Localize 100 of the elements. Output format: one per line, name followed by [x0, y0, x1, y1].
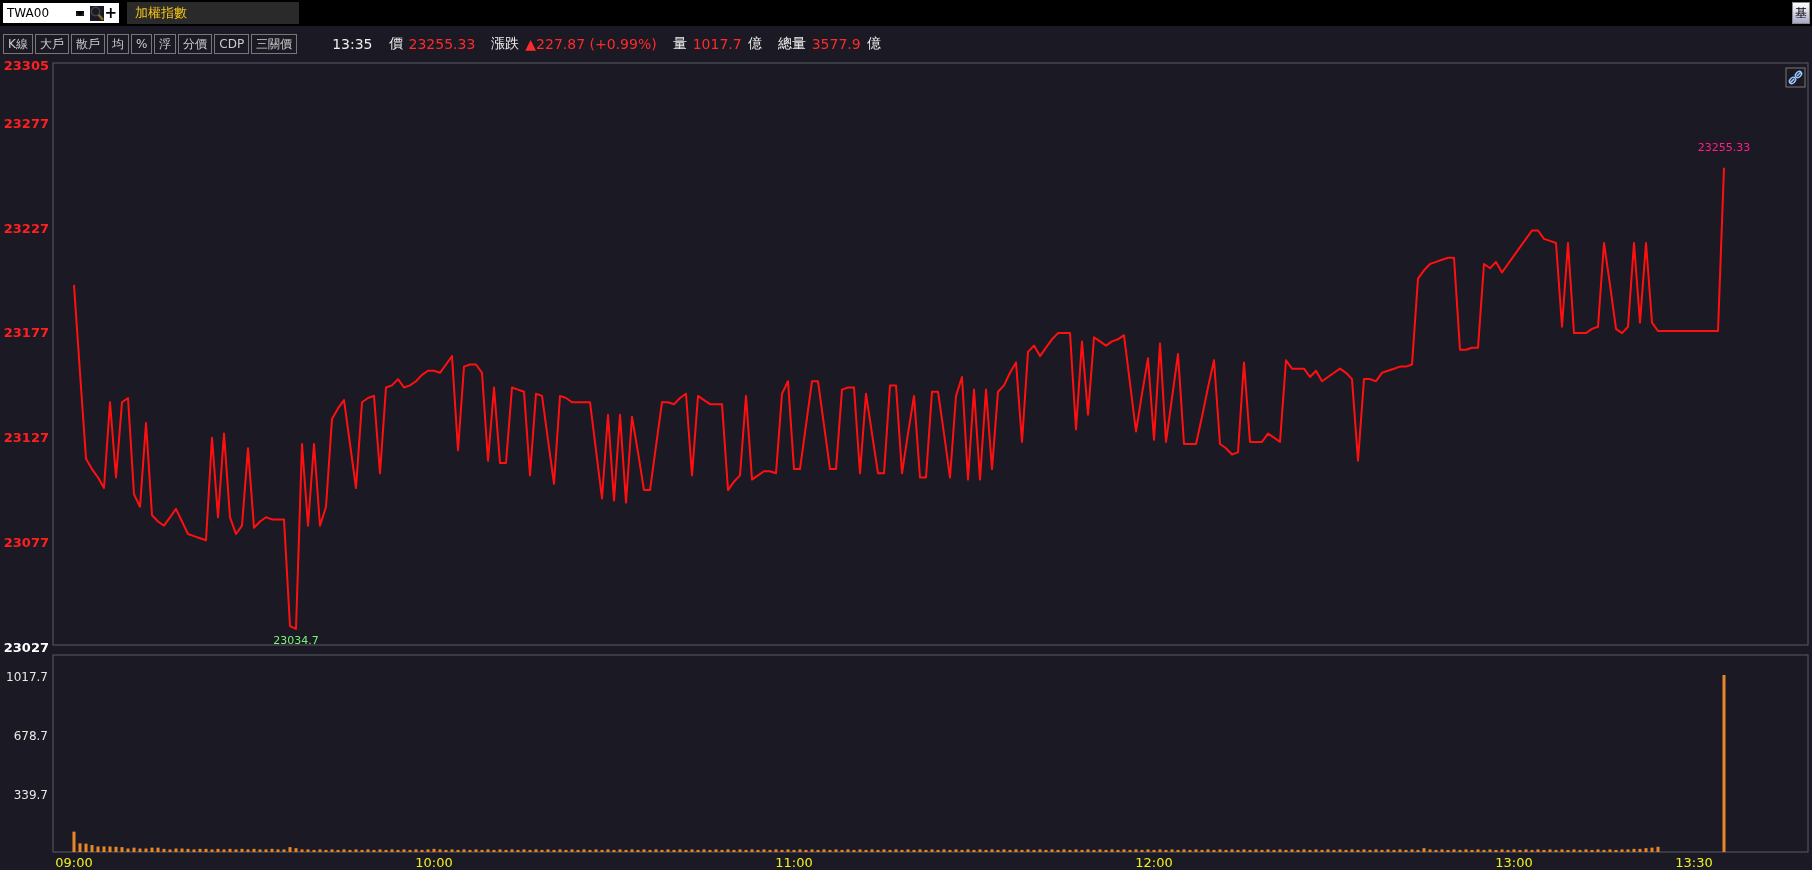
- volume-bar: [864, 849, 868, 852]
- volume-bar: [1434, 849, 1438, 852]
- add-button[interactable]: +: [104, 5, 117, 21]
- volume-label: 量: [672, 35, 687, 53]
- volume-bar: [1164, 849, 1168, 852]
- volume-bar: [1002, 849, 1006, 852]
- volume-bar: [1464, 849, 1468, 852]
- volume-bar: [1428, 849, 1432, 852]
- toolbar-button[interactable]: %: [130, 34, 153, 54]
- volume-bar: [378, 849, 382, 852]
- volume-bar: [654, 849, 658, 852]
- volume-bar: [978, 849, 982, 852]
- volume-bar: [330, 849, 334, 852]
- volume-bar: [1278, 849, 1282, 852]
- volume-bar: [1230, 849, 1234, 852]
- volume-bar: [702, 849, 706, 852]
- volume-bar: [1086, 849, 1090, 852]
- volume-bar: [294, 848, 298, 852]
- volume-bar: [1494, 849, 1498, 852]
- volume-bar: [1194, 849, 1198, 852]
- volume-bar: [90, 845, 94, 852]
- volume-bar: [1062, 849, 1066, 852]
- volume-bar: [720, 849, 724, 852]
- price-axis-label: 23305: [3, 57, 49, 73]
- volume-bar: [1626, 849, 1630, 852]
- volume-bar: [102, 846, 106, 852]
- title-tab[interactable]: 加權指數: [127, 2, 299, 24]
- volume-bar: [1530, 849, 1534, 852]
- volume-bar: [1020, 849, 1024, 852]
- volume-bar: [1350, 849, 1354, 852]
- volume-bar: [282, 849, 286, 852]
- toolbar-button[interactable]: CDP: [214, 34, 250, 54]
- volume-bar: [1158, 849, 1162, 852]
- volume-bar: [444, 849, 448, 852]
- volume-bar: [828, 849, 832, 852]
- volume-bar: [450, 849, 454, 852]
- side-button[interactable]: 基: [1792, 2, 1810, 24]
- link-icon[interactable]: [1785, 67, 1806, 88]
- volume-bar: [858, 849, 862, 852]
- toolbar-button[interactable]: 三關價: [251, 34, 298, 54]
- change-label: 漲跌: [491, 35, 520, 53]
- volume-bar: [1524, 849, 1528, 852]
- toolbar-button[interactable]: 分價: [178, 34, 213, 54]
- volume-bar: [1134, 849, 1138, 852]
- search-icon[interactable]: [90, 5, 105, 21]
- volume-bar: [618, 849, 622, 852]
- volume-bar: [1458, 849, 1462, 852]
- volume-bar: [132, 847, 136, 852]
- volume-bar: [456, 849, 460, 852]
- toolbar-button[interactable]: 散戶: [70, 34, 105, 54]
- time-axis-label: 13:00: [1495, 855, 1533, 870]
- volume-bar: [1014, 849, 1018, 852]
- volume-bar: [792, 849, 796, 852]
- volume-bar: [1296, 849, 1300, 852]
- volume-bar: [1470, 849, 1474, 852]
- volume-bar: [1560, 849, 1564, 852]
- total-volume-label: 總量: [777, 35, 806, 53]
- volume-bar: [486, 849, 490, 852]
- volume-bar: [768, 849, 772, 852]
- toolbar-button[interactable]: 大戶: [34, 34, 69, 54]
- time-axis-label: 12:00: [1135, 855, 1173, 870]
- volume-bar: [480, 849, 484, 852]
- volume-bar: [1554, 849, 1558, 852]
- volume-bar: [492, 849, 496, 852]
- volume-bar: [1380, 849, 1384, 852]
- volume-bar: [1344, 849, 1348, 852]
- volume-bar: [870, 849, 874, 852]
- volume-bar: [762, 849, 766, 852]
- volume-bar: [276, 849, 280, 852]
- volume-bar: [756, 849, 760, 852]
- volume-bar: [1488, 849, 1492, 852]
- volume-bar: [1512, 849, 1516, 852]
- price-axis-label: 23077: [3, 534, 49, 550]
- volume-bar: [126, 848, 130, 852]
- volume-bar: [1548, 849, 1552, 852]
- volume-bar: [186, 848, 190, 852]
- volume-bar: [1110, 849, 1114, 852]
- toolbar-button[interactable]: K線: [3, 34, 33, 54]
- volume-bar: [642, 849, 646, 852]
- volume-bar: [1536, 849, 1540, 852]
- volume-bar: [840, 849, 844, 852]
- volume-bar: [744, 849, 748, 852]
- toolbar-button[interactable]: 浮: [154, 34, 177, 54]
- volume-bar: [1374, 849, 1378, 852]
- volume-bar: [108, 846, 112, 852]
- volume-bar: [354, 849, 358, 852]
- volume-bar: [1578, 849, 1582, 852]
- volume-bar: [312, 849, 316, 852]
- volume-bar: [1308, 849, 1312, 852]
- volume-bar: [930, 849, 934, 852]
- volume-bar: [234, 849, 238, 852]
- volume-bar: [1422, 848, 1426, 852]
- toolbar-button[interactable]: 均: [106, 34, 129, 54]
- volume-bar: [1314, 849, 1318, 852]
- symbol-field[interactable]: TWA00 +: [3, 3, 119, 23]
- volume-bar: [1650, 847, 1654, 852]
- volume-bar: [408, 849, 412, 852]
- time-axis-label: 09:00: [55, 855, 93, 870]
- volume-bar: [990, 849, 994, 852]
- price-label: 價: [388, 35, 403, 53]
